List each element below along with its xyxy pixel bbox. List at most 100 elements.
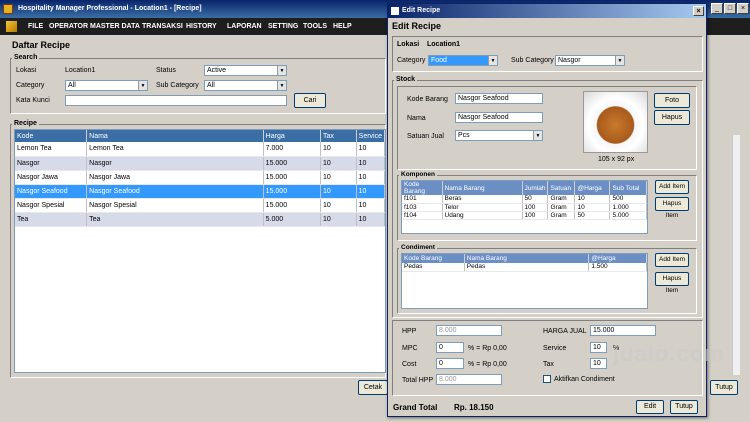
subcategory-select[interactable]: All ▼ [204,80,287,91]
nama-input[interactable]: Nasgor Seafood [455,112,543,123]
column-header[interactable]: @Harga [574,181,611,195]
hapus-foto-button[interactable]: Hapus [654,110,690,125]
category-select[interactable]: All ▼ [65,80,148,91]
subcategory-select-value: All [207,82,215,89]
menu-setting[interactable]: SETTING [268,18,298,35]
table-cell: 10 [356,142,385,157]
app-icon [3,4,13,14]
table-row[interactable]: Nasgor Seafood Nasgor Seafood 15.000 10 10 [15,184,385,199]
chevron-down-icon[interactable]: ▼ [138,81,147,90]
table-row[interactable]: Lemon Tea Lemon Tea 7.000 10 10 [15,142,385,157]
harga-jual-input[interactable]: 15.000 [590,325,656,336]
status-select-value: Active [207,67,227,74]
column-header[interactable]: Service [356,130,385,142]
chevron-down-icon[interactable]: ▼ [615,56,624,65]
column-header[interactable]: @Harga [588,254,647,263]
table-cell: Telor [442,203,523,212]
edit-button[interactable]: Edit [636,400,664,414]
aktifkan-condiment-checkbox[interactable] [543,375,551,383]
komponen-add-item-button[interactable]: Add Item [655,180,689,194]
table-cell: 10 [356,156,385,171]
menu-help[interactable]: HELP [333,18,352,35]
column-header[interactable]: Sub Total [609,181,647,195]
table-row[interactable]: Nasgor Jawa Nasgor Jawa 15.000 10 10 [15,170,385,185]
column-header[interactable]: Kode Barang [402,254,465,263]
tax-input[interactable]: 10 [590,358,607,369]
table-row[interactable]: Nasgor Spesial Nasgor Spesial 15.000 10 10 [15,198,385,213]
column-header[interactable]: Nama Barang [442,181,523,195]
column-header[interactable]: Tax [320,130,357,142]
column-header[interactable]: Jumlah [522,181,549,195]
menu-transaksi[interactable]: TRANSAKSI [142,18,183,35]
menu-file[interactable]: FILE [28,18,43,35]
katakunci-input[interactable] [65,95,287,106]
column-header[interactable]: Harga [263,130,322,142]
category-label: Category [16,82,45,89]
chevron-down-icon[interactable]: ▼ [488,56,497,65]
table-cell: 10 [356,212,385,227]
main-title-text: Hospitality Manager Professional - Locat… [18,5,202,12]
table-cell: 10 [320,198,357,213]
condiment-hapus-item-button[interactable]: Hapus Item [655,272,689,294]
status-select[interactable]: Active ▼ [204,65,287,76]
kode-barang-label: Kode Barang [407,96,448,103]
table-row[interactable]: Nasgor Nasgor 15.000 10 10 [15,156,385,171]
table-cell: Pedas [464,263,590,272]
mpc-input[interactable]: 0 [436,342,464,353]
menu-tools[interactable]: TOOLS [303,18,327,35]
column-header[interactable]: Nama [86,130,264,142]
table-cell: f104 [402,211,443,220]
hpp-input[interactable]: 8.000 [436,325,502,336]
table-cell: 15.000 [263,170,322,185]
table-cell: Nasgor [86,156,264,171]
total-hpp-input[interactable]: 8.000 [436,374,502,385]
status-label: Status [156,67,176,74]
table-cell: 100 [522,211,549,220]
close-icon[interactable]: × [693,6,704,16]
recipe-table[interactable]: Kode Nama Harga Tax Service Lemon Tea Lemon T… [14,129,386,373]
table-cell: Nasgor Seafood [86,184,264,199]
komponen-table[interactable]: Kode Barang Nama Barang Jumlah Satuan @Harga… [401,180,648,234]
table-row[interactable]: f104 Udang 100 Gram 50 5.000 [402,211,647,220]
table-row[interactable]: Pedas Pedas 1.500 [402,263,647,272]
cetak-button[interactable]: Cetak [358,380,388,395]
kode-barang-input[interactable]: Nasgor Seafood [455,93,543,104]
minimize-icon[interactable]: _ [711,3,723,14]
menu-laporan[interactable]: LAPORAN [227,18,262,35]
table-cell: Beras [442,195,523,204]
aktifkan-condiment-label: Aktifkan Condiment [554,376,615,383]
cari-button[interactable]: Cari [294,93,326,108]
column-header[interactable]: Kode Barang [402,181,443,195]
dlg-subcategory-select[interactable]: Nasgor ▼ [555,55,625,66]
menu-operator[interactable]: OPERATOR [49,18,88,35]
cost-input[interactable]: 0 [436,358,464,369]
main-scrollbar[interactable] [732,135,740,375]
harga-jual-label: HARGA JUAL [543,328,587,335]
maximize-icon[interactable]: □ [724,3,736,14]
condiment-add-item-button[interactable]: Add Item [655,253,689,267]
table-cell: 15.000 [263,198,322,213]
table-row[interactable]: f101 Beras 50 Gram 10 500 [402,195,647,204]
column-header[interactable]: Kode [15,130,88,142]
chevron-down-icon[interactable]: ▼ [277,81,286,90]
chevron-down-icon[interactable]: ▼ [277,66,286,75]
foto-button[interactable]: Foto [654,93,690,108]
table-row[interactable]: Tea Tea 5.000 10 10 [15,212,385,227]
dlg-category-select[interactable]: Food ▼ [428,55,498,66]
main-tutup-button[interactable]: Tutup [710,380,738,395]
komponen-hapus-item-button[interactable]: Hapus Item [655,197,689,219]
menu-history[interactable]: HISTORY [186,18,217,35]
chevron-down-icon[interactable]: ▼ [533,131,542,140]
menu-master-data[interactable]: MASTER DATA [90,18,140,35]
table-cell: 10 [356,184,385,199]
dialog-title-text: Edit Recipe [402,7,441,14]
condiment-table[interactable]: Kode Barang Nama Barang @Harga Pedas Pedas 1… [401,253,648,309]
satuan-jual-select[interactable]: Pcs ▼ [455,130,543,141]
column-header[interactable]: Satuan [547,181,576,195]
main-close-icon[interactable]: × [737,3,749,14]
service-input[interactable]: 10 [590,342,607,353]
table-row[interactable]: f103 Telor 100 Gram 10 1.000 [402,203,647,212]
table-cell: 5.000 [609,211,647,220]
dialog-tutup-button[interactable]: Tutup [670,400,698,414]
column-header[interactable]: Nama Barang [464,254,590,263]
